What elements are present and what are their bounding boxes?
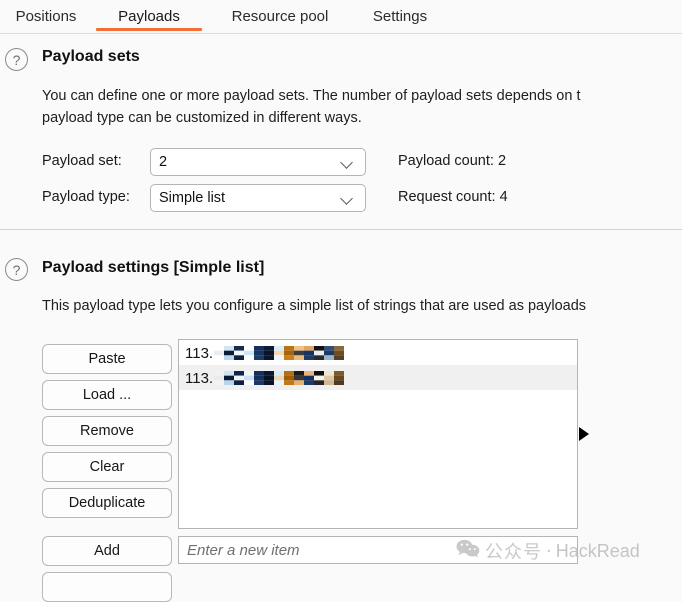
- add-button[interactable]: Add: [42, 536, 172, 566]
- tab-settings[interactable]: Settings: [358, 0, 442, 33]
- payload-settings-description: This payload type lets you configure a s…: [42, 298, 587, 314]
- new-item-placeholder: Enter a new item: [187, 541, 300, 559]
- payload-sets-description-line1: You can define one or more payload sets.…: [42, 88, 581, 104]
- tab-positions[interactable]: Positions: [4, 0, 88, 33]
- tab-payloads-label: Payloads: [118, 8, 180, 25]
- remove-button-label: Remove: [80, 423, 134, 439]
- payload-type-label: Payload type:: [42, 189, 130, 205]
- section-divider: [0, 229, 682, 230]
- payload-type-dropdown[interactable]: Simple list: [150, 184, 366, 212]
- tab-resource-pool[interactable]: Resource pool: [210, 0, 350, 33]
- paste-button[interactable]: Paste: [42, 344, 172, 374]
- list-item-prefix: 113.: [185, 344, 214, 362]
- payload-count-text: Payload count: 2: [398, 153, 507, 169]
- list-item-prefix: 113.: [185, 369, 214, 387]
- clear-button-label: Clear: [89, 459, 125, 475]
- remove-button[interactable]: Remove: [42, 416, 172, 446]
- tab-bar: Positions Payloads Resource pool Setting…: [0, 0, 682, 33]
- payload-set-dropdown[interactable]: 2: [150, 148, 366, 176]
- payload-settings-help-icon[interactable]: ?: [5, 258, 28, 281]
- redaction-mosaic: [214, 370, 345, 385]
- deduplicate-button-label: Deduplicate: [68, 495, 146, 511]
- tab-resource-pool-label: Resource pool: [231, 8, 329, 25]
- payload-sets-title: Payload sets: [42, 48, 140, 65]
- tab-positions-label: Positions: [15, 8, 77, 25]
- clear-button[interactable]: Clear: [42, 452, 172, 482]
- chevron-down-icon: [341, 155, 355, 169]
- load-button-label: Load ...: [82, 387, 132, 403]
- list-item[interactable]: 113.: [179, 365, 577, 390]
- tab-bar-divider: [0, 33, 682, 34]
- paste-button-label: Paste: [88, 351, 126, 367]
- tab-settings-label: Settings: [372, 8, 428, 25]
- payload-type-value: Simple list: [159, 190, 226, 206]
- payload-sets-description-line2: payload type can be customized in differ…: [42, 110, 362, 126]
- chevron-down-icon: [341, 191, 355, 205]
- triangle-right-icon[interactable]: [579, 427, 589, 441]
- payload-list[interactable]: 113. 113.: [178, 339, 578, 529]
- list-item[interactable]: 113.: [179, 340, 577, 365]
- active-tab-indicator: [96, 28, 202, 31]
- new-item-input[interactable]: Enter a new item: [178, 536, 578, 564]
- payload-sets-help-icon[interactable]: ?: [5, 48, 28, 71]
- load-button[interactable]: Load ...: [42, 380, 172, 410]
- payload-settings-title: Payload settings [Simple list]: [42, 259, 265, 276]
- payload-set-label: Payload set:: [42, 153, 122, 169]
- add-button-label: Add: [94, 543, 120, 559]
- deduplicate-button[interactable]: Deduplicate: [42, 488, 172, 518]
- request-count-text: Request count: 4: [398, 189, 508, 205]
- redaction-mosaic: [214, 345, 345, 360]
- payload-set-value: 2: [159, 154, 168, 170]
